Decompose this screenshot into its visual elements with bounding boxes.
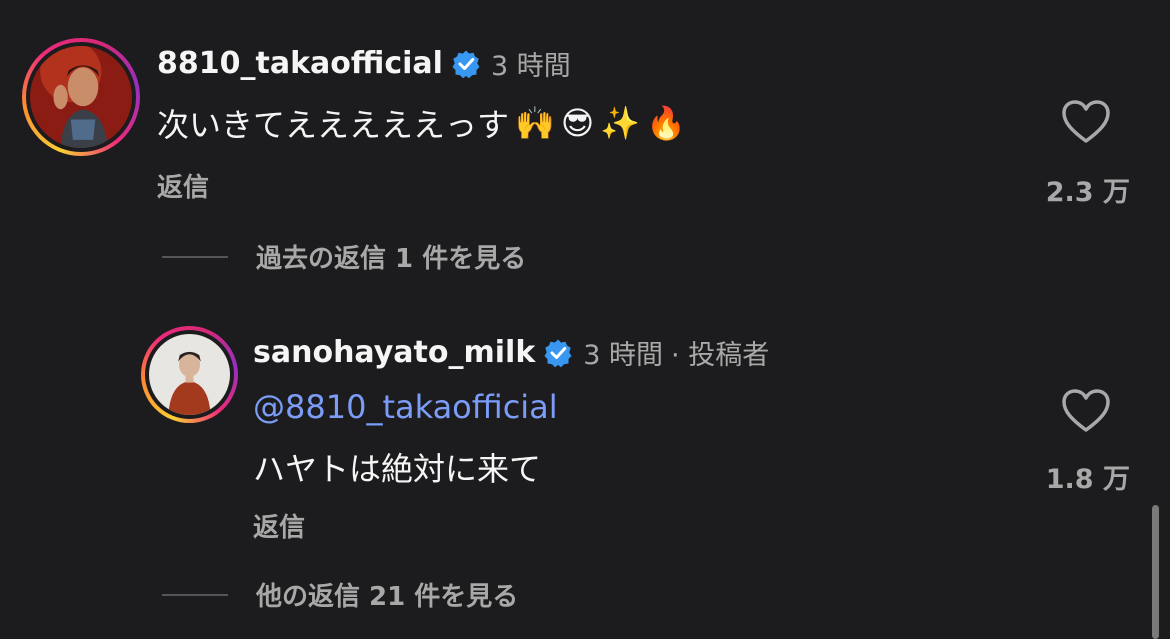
avatar-photo	[149, 334, 230, 415]
view-previous-replies[interactable]: 過去の返信 1 件を見る	[162, 238, 526, 275]
comment-text: 次いきてえええええっす 🙌 😎 ✨ 🔥	[157, 100, 686, 146]
reply-button[interactable]: 返信	[253, 507, 305, 544]
divider	[162, 593, 228, 596]
username[interactable]: sanohayato_milk	[253, 335, 535, 370]
comment-header: 8810_takaofficial 3 時間	[157, 44, 571, 83]
view-replies-label[interactable]: 過去の返信 1 件を見る	[256, 238, 526, 275]
comment-body: 次いきてえええええっす	[157, 106, 510, 144]
timestamp: 3 時間	[490, 51, 571, 82]
divider	[162, 255, 228, 258]
author-tag: · 投稿者	[671, 340, 770, 371]
like-count: 2.3 万	[1045, 177, 1130, 208]
sparkles-emoji: ✨	[600, 104, 641, 142]
raising-hands-emoji: 🙌	[515, 104, 555, 142]
avatar-sanohayato-milk[interactable]	[141, 326, 238, 423]
comment-header: sanohayato_milk 3 時間 · 投稿者	[253, 333, 769, 372]
mention-link[interactable]: @8810_takaofficial	[253, 388, 558, 426]
view-replies-label[interactable]: 他の返信 21 件を見る	[256, 576, 518, 613]
avatar-8810-takaofficial[interactable]	[22, 38, 140, 156]
fire-emoji: 🔥	[646, 104, 686, 142]
avatar-photo	[30, 46, 132, 148]
comments-screen: 8810_takaofficial 3 時間 次いきてえええええっす 🙌 😎 ✨…	[0, 0, 1170, 639]
comment-text: ハヤトは絶対に来て	[253, 444, 541, 490]
verified-badge-icon	[543, 338, 573, 368]
timestamp: 3 時間	[583, 340, 664, 371]
username[interactable]: 8810_takaofficial	[157, 46, 443, 81]
view-more-replies[interactable]: 他の返信 21 件を見る	[162, 576, 518, 613]
verified-badge-icon	[451, 49, 481, 79]
reply-button[interactable]: 返信	[157, 167, 209, 204]
sunglasses-emoji: 😎	[560, 104, 595, 142]
heart-outline-icon[interactable]	[1061, 100, 1111, 144]
comment-body: ハヤトは絶対に来て	[253, 450, 542, 488]
like-count: 1.8 万	[1045, 464, 1130, 495]
scrollbar[interactable]	[1152, 505, 1159, 639]
heart-outline-icon[interactable]	[1061, 389, 1111, 433]
